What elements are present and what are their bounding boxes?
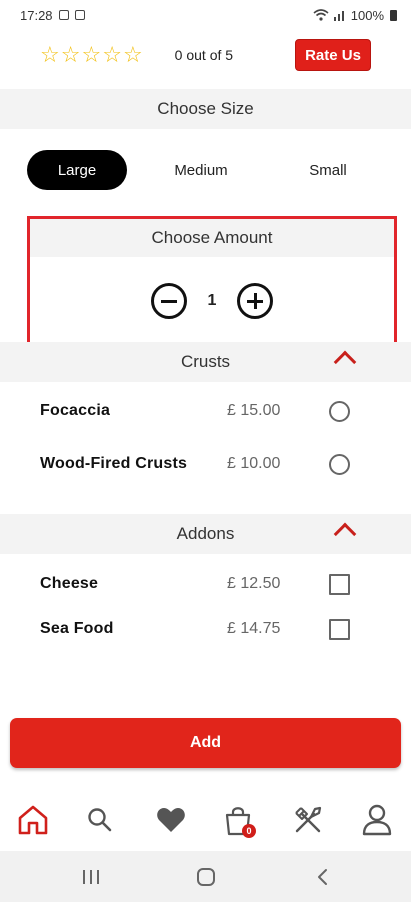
addons-section-title: Addons [176, 524, 235, 543]
back-button[interactable] [309, 864, 335, 890]
chevron-up-icon [333, 522, 357, 546]
decrease-button[interactable] [151, 282, 187, 319]
amount-section-title: Choose Amount [151, 228, 273, 247]
status-time: 17:28 [20, 7, 53, 23]
star-icon[interactable]: ☆ [61, 44, 81, 66]
minus-icon [161, 299, 177, 303]
addon-option-cheese[interactable]: Cheese £ 12.50 [0, 564, 411, 604]
size-section-title: Choose Size [157, 99, 254, 118]
amount-section: Choose Amount 1 [27, 216, 397, 347]
crust-option-focaccia[interactable]: Focaccia £ 15.00 [0, 391, 411, 431]
crusts-section-header[interactable]: Crusts [0, 342, 411, 382]
size-options: Large Medium Small [0, 130, 411, 216]
addon-price: £ 12.50 [227, 575, 281, 592]
size-option-large[interactable]: Large [27, 150, 127, 190]
quantity-stepper: 1 [30, 257, 394, 344]
crust-radio[interactable] [329, 400, 350, 422]
star-icon[interactable]: ☆ [102, 44, 122, 66]
battery-percent: 100% [350, 7, 384, 23]
addon-option-sea-food[interactable]: Sea Food £ 14.75 [0, 609, 411, 649]
crust-option-wood-fired[interactable]: Wood-Fired Crusts £ 10.00 [0, 444, 411, 484]
status-left: 17:28 [20, 8, 85, 23]
rate-us-button[interactable]: Rate Us [295, 39, 371, 71]
star-icon[interactable]: ☆ [81, 44, 101, 66]
nav-home[interactable] [13, 800, 53, 840]
addons-collapse-toggle[interactable] [311, 514, 411, 554]
battery-icon [390, 9, 397, 21]
addon-checkbox[interactable] [329, 618, 350, 640]
system-nav-bar [0, 851, 411, 902]
crusts-collapse-toggle[interactable] [311, 342, 411, 382]
status-bar: 17:28 100% [0, 0, 411, 30]
app-notification-icon [74, 10, 85, 20]
crust-price: £ 10.00 [227, 455, 281, 472]
amount-section-header: Choose Amount [30, 219, 394, 257]
crust-name: Wood-Fired Crusts [40, 455, 188, 472]
quantity-value: 1 [207, 291, 217, 309]
increase-button[interactable] [237, 282, 273, 319]
nav-restaurants[interactable] [288, 800, 328, 840]
back-icon [318, 869, 327, 885]
nav-search[interactable] [80, 800, 120, 840]
add-to-cart-button[interactable]: Add [10, 718, 401, 768]
nav-favorites[interactable] [151, 800, 191, 840]
user-icon [362, 804, 392, 836]
addon-name: Cheese [40, 575, 99, 592]
addon-price: £ 14.75 [227, 620, 281, 637]
size-option-small[interactable]: Small [278, 150, 378, 190]
search-icon [88, 808, 112, 832]
nav-cart[interactable]: 0 [218, 800, 258, 840]
addon-checkbox[interactable] [329, 573, 350, 595]
rating-row: ☆ ☆ ☆ ☆ ☆ 0 out of 5 Rate Us [0, 30, 411, 80]
nav-profile[interactable] [357, 800, 397, 840]
wifi-icon [313, 9, 329, 21]
bottom-nav: 0 [0, 790, 411, 850]
star-icon[interactable]: ☆ [123, 44, 143, 66]
rating-summary: 0 out of 5 [174, 47, 234, 63]
crusts-section-title: Crusts [180, 352, 231, 371]
notification-icon [58, 10, 69, 20]
addon-name: Sea Food [40, 620, 114, 637]
chevron-up-icon [333, 350, 357, 374]
star-rating[interactable]: ☆ ☆ ☆ ☆ ☆ [40, 44, 143, 66]
recent-apps-icon [83, 870, 99, 884]
cart-count-badge: 0 [242, 824, 256, 838]
plus-icon-vertical [253, 292, 257, 309]
status-right: 100% [313, 8, 397, 23]
crust-radio[interactable] [329, 453, 350, 475]
crust-name: Focaccia [40, 402, 111, 419]
home-icon [18, 805, 48, 835]
size-option-medium[interactable]: Medium [151, 150, 251, 190]
restaurant-icon [295, 806, 322, 833]
recent-apps-button[interactable] [78, 864, 104, 890]
crust-price: £ 15.00 [227, 402, 281, 419]
addons-section-header[interactable]: Addons [0, 514, 411, 554]
star-icon[interactable]: ☆ [40, 44, 60, 66]
home-system-button[interactable] [193, 864, 219, 890]
size-section-header: Choose Size [0, 89, 411, 129]
heart-icon [157, 808, 185, 832]
signal-icon [333, 11, 344, 21]
home-square-icon [197, 868, 215, 886]
